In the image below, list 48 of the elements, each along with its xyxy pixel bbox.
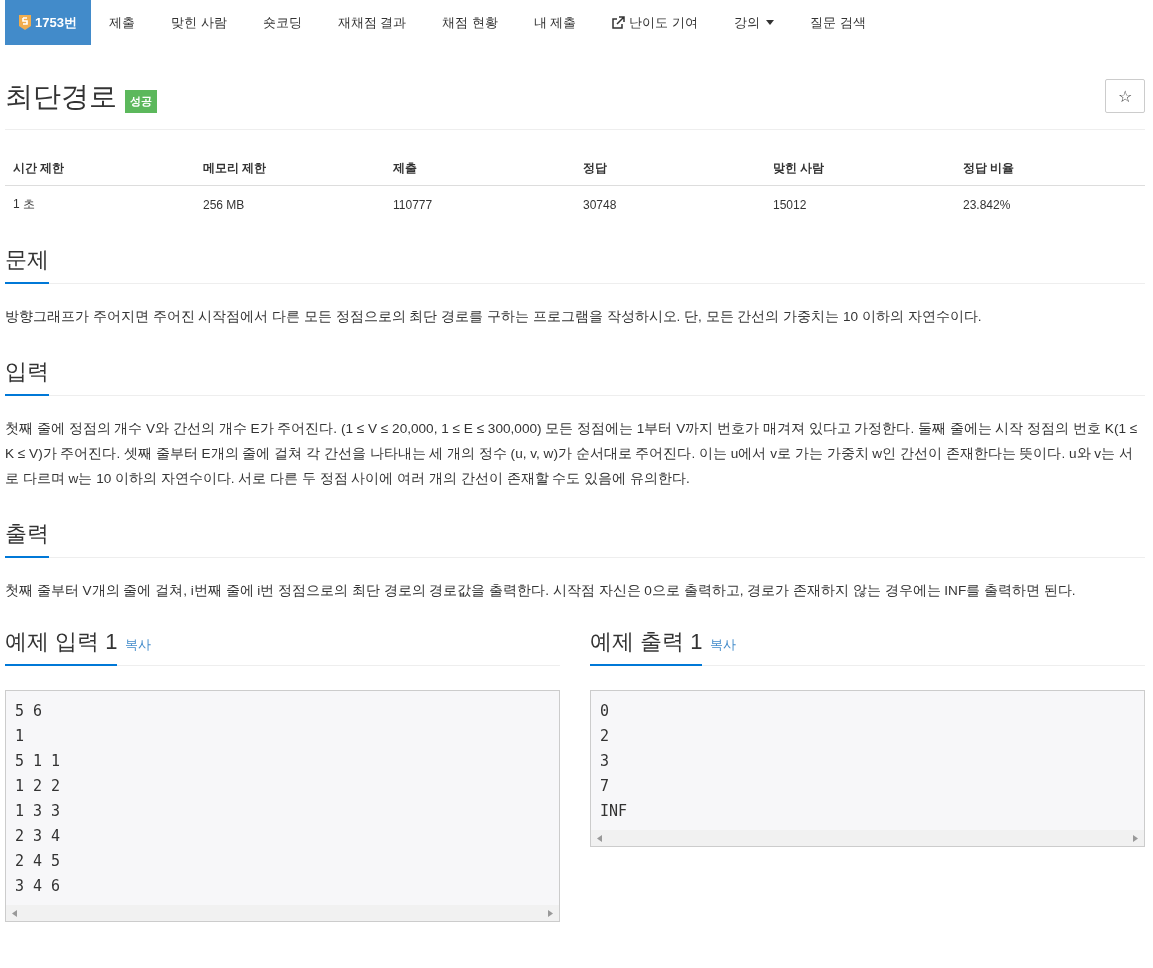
section-heading: 예제 입력 1 — [5, 615, 118, 666]
nav-tab[interactable]: 재채점 결과 — [319, 0, 425, 45]
table-cell: 15012 — [765, 185, 955, 223]
nav-tab[interactable]: 숏코딩 — [244, 0, 320, 45]
nav-tab[interactable]: 맞힌 사람 — [152, 0, 245, 45]
section-heading: 문제 — [5, 233, 49, 284]
nav-tab[interactable]: 채점 현황 — [424, 0, 516, 45]
copy-link[interactable]: 복사 — [710, 636, 737, 654]
section-text: 첫째 줄부터 V개의 줄에 걸쳐, i번째 줄에 i번 정점으로의 최단 경로의 경로값을 출력한다. 시작점 자신은 0으로 출력하고, 경로가 존재하지 않는 경우에는 INF를 출력하면 된다. — [5, 582, 1077, 600]
code-line: 0 — [600, 701, 611, 722]
code-line: 2 4 5 — [15, 851, 62, 872]
code-line: 1 — [15, 726, 26, 747]
star-button[interactable]: ☆ — [1105, 79, 1145, 113]
status-badge: 성공 — [125, 90, 157, 113]
code-line: 5 6 — [15, 701, 44, 722]
code-line: 5 1 1 — [15, 751, 62, 772]
code-line: 1 3 3 — [15, 801, 62, 822]
nav-tab[interactable]: 강의 — [716, 0, 793, 45]
table-cell: 1 초 — [5, 185, 195, 223]
table-cell: 23.842% — [955, 185, 1145, 223]
code-line: 2 — [600, 726, 611, 747]
code-line: 7 — [600, 776, 611, 797]
section-heading: 예제 출력 1 — [590, 615, 703, 666]
table-cell: 110777 — [385, 185, 575, 223]
column-header: 정답 비율 — [955, 152, 1145, 186]
section-text: 방향그래프가 주어지면 주어진 시작점에서 다른 모든 정점으로의 최단 경로를 구하는 프로그램을 작성하시오. 단, 모든 간선의 가중치는 10 이하의 자연수이다. — [5, 308, 983, 326]
copy-link[interactable]: 복사 — [125, 636, 152, 654]
column-header: 제출 — [385, 152, 575, 186]
code-line: 3 4 6 — [15, 876, 62, 897]
column-header: 메모리 제한 — [195, 152, 385, 186]
problem-title: 최단경로 — [5, 83, 117, 111]
column-header: 맞힌 사람 — [765, 152, 955, 186]
code-line: INF — [600, 801, 629, 822]
nav-tab[interactable]: 제출 — [90, 0, 153, 45]
nav-tab[interactable]: 내 제출 — [515, 0, 595, 45]
table-cell: 30748 — [575, 185, 765, 223]
code-line: 3 — [600, 751, 611, 772]
nav-tab[interactable]: 질문 검색 — [792, 0, 884, 45]
section-heading: 출력 — [5, 507, 49, 558]
column-header: 정답 — [575, 152, 765, 186]
code-line: 2 3 4 — [15, 826, 62, 847]
section-text: 첫째 줄에 정점의 개수 V와 간선의 개수 E가 주어진다. (1 ≤ V ≤ 20,000, 1 ≤ E ≤ 300,000) 모든 정점에는 1부터 V까지 번호가 매겨져 있다고 가정한다. 둘째 줄에는 시작 정점의 번호 K(1 ≤ K ≤ V)가 주어진다. 셋째 줄부터 E개의 줄에 걸쳐 각 간선을 나타내는 세 개의 정수 (u, v, w)가 순서대로 주어진다. 이는 u에서 v로 가는 가중치 w인 간선이 존재한다는 뜻이다. u와 v는 서로 다르며 w는 10 이하의 자연수이다. 서로 다른 두 정점 사이에 여러 개의 간선이 존재할 수도 있음에 유의한다. — [5, 420, 1139, 488]
nav-tab[interactable]: 난이도 기여 — [594, 0, 717, 45]
code-line: 1 2 2 — [15, 776, 62, 797]
column-header: 시간 제한 — [5, 152, 195, 186]
nav-tab[interactable]: 1753번 — [5, 0, 91, 45]
table-cell: 256 MB — [195, 185, 385, 223]
section-heading: 입력 — [5, 345, 49, 396]
